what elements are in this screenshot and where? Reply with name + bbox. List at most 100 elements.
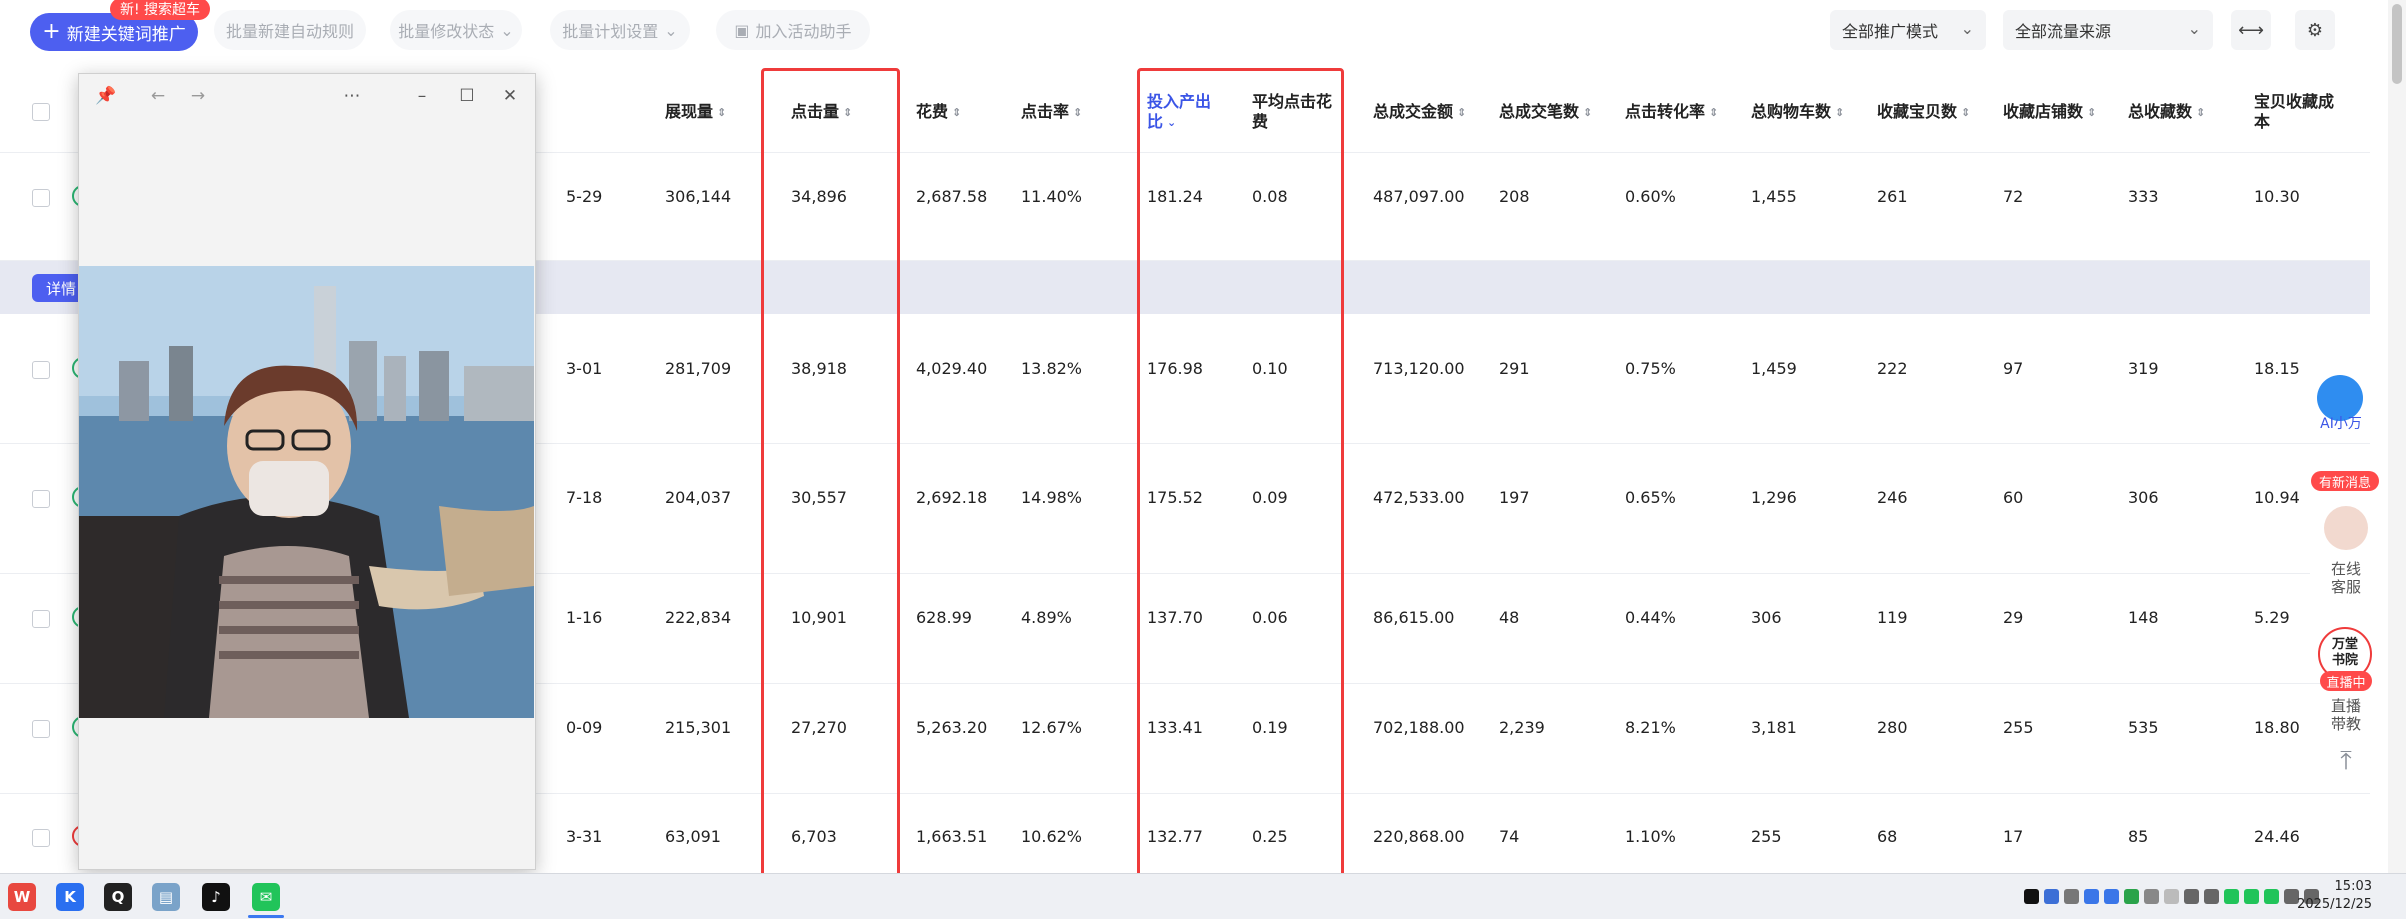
tray-app-icon[interactable]: [2064, 889, 2079, 904]
table-cell: 17: [2003, 827, 2024, 846]
image-viewer-window: 📌 ← → ⋯ – ☐ ✕: [78, 73, 536, 870]
back-to-top-icon[interactable]: ⤒: [2326, 748, 2366, 774]
table-cell: 4.89%: [1021, 608, 1072, 627]
ai-assistant-widget[interactable]: AI小万: [2311, 375, 2371, 437]
chevron-down-icon: ⌄: [2187, 19, 2201, 38]
promo-mode-select[interactable]: 全部推广模式 ⌄: [1830, 10, 1986, 50]
tray-wechat-icon[interactable]: [2224, 889, 2239, 904]
col-header-fav-item[interactable]: 收藏宝贝数 ⇕: [1877, 102, 1970, 123]
table-cell: 2,687.58: [916, 187, 988, 206]
volume-icon[interactable]: [2184, 889, 2199, 904]
sort-icon: ⇕: [1457, 105, 1467, 119]
col-header-cart[interactable]: 总购物车数 ⇕: [1751, 102, 1844, 123]
col-header-fav-cost[interactable]: 宝贝收藏成本: [2254, 92, 2334, 132]
pin-icon[interactable]: 📌: [93, 83, 119, 109]
row-checkbox[interactable]: [32, 490, 50, 508]
table-cell: 472,533.00: [1373, 488, 1465, 507]
table-cell: 60: [2003, 488, 2024, 507]
online-service-widget[interactable]: 在线 客服: [2310, 498, 2382, 603]
calendar-plus-icon: ▣: [734, 20, 750, 40]
avatar-icon: [2324, 506, 2368, 550]
row-date: 1-16: [566, 608, 603, 627]
kingsoft-icon[interactable]: K: [56, 883, 84, 911]
table-cell: 11.40%: [1021, 187, 1083, 206]
table-cell: 1.10%: [1625, 827, 1676, 846]
table-cell: 280: [1877, 718, 1908, 737]
qq-icon[interactable]: Q: [104, 883, 132, 911]
row-checkbox[interactable]: [32, 829, 50, 847]
table-cell: 306: [1751, 608, 1782, 627]
activity-helper-button[interactable]: ▣ 加入活动助手: [716, 10, 870, 50]
table-cell: 255: [2003, 718, 2034, 737]
notes-icon[interactable]: ▤: [152, 883, 180, 911]
minimize-icon[interactable]: –: [409, 83, 435, 109]
close-icon[interactable]: ✕: [497, 83, 523, 109]
maximize-icon[interactable]: ☐: [454, 83, 480, 109]
table-cell: 713,120.00: [1373, 359, 1465, 378]
tray-app-icon[interactable]: [2044, 889, 2059, 904]
col-header-impressions[interactable]: 展现量 ⇕: [665, 102, 726, 123]
col-header-total-gmv[interactable]: 总成交金额 ⇕: [1373, 102, 1466, 123]
tray-app-icon[interactable]: [2084, 889, 2099, 904]
scroll-thumb[interactable]: [2392, 4, 2402, 84]
table-cell: 0.65%: [1625, 488, 1676, 507]
chevron-down-icon: ⌄: [1960, 19, 1974, 38]
more-options-icon[interactable]: ⋯: [339, 83, 365, 109]
table-cell: 74: [1499, 827, 1520, 846]
table-cell: 29: [2003, 608, 2024, 627]
windows-taskbar: W K Q ▤ ♪ ✉ 15:03 2025/12/25: [0, 873, 2406, 919]
chevron-down-icon: ⌄: [500, 20, 514, 40]
forward-arrow-icon[interactable]: →: [185, 83, 211, 109]
row-date: 3-01: [566, 359, 603, 378]
wps-icon[interactable]: W: [8, 883, 36, 911]
chevron-down-icon: ⌄: [664, 20, 678, 40]
system-clock[interactable]: 15:03 2025/12/25: [2297, 878, 2372, 914]
table-cell: 72: [2003, 187, 2024, 206]
row-checkbox[interactable]: [32, 361, 50, 379]
tray-app-icon[interactable]: [2104, 889, 2119, 904]
traffic-source-select[interactable]: 全部流量来源 ⌄: [2003, 10, 2213, 50]
col-header-fav-shop[interactable]: 收藏店铺数 ⇕: [2003, 102, 2096, 123]
table-cell: 0.60%: [1625, 187, 1676, 206]
tray-tiktok-icon[interactable]: [2024, 889, 2039, 904]
table-cell: 208: [1499, 187, 1530, 206]
wechat-icon[interactable]: ✉: [252, 883, 280, 911]
tray-usb-icon[interactable]: [2144, 889, 2159, 904]
network-icon[interactable]: [2204, 889, 2219, 904]
batch-plan-dropdown[interactable]: 批量计划设置 ⌄: [550, 10, 690, 50]
row-checkbox[interactable]: [32, 189, 50, 207]
table-cell: 85: [2128, 827, 2149, 846]
col-header-ctr[interactable]: 点击率 ⇕: [1021, 102, 1082, 123]
new-message-badge: 有新消息: [2311, 471, 2379, 491]
settings-gear-icon[interactable]: ⚙: [2295, 10, 2335, 50]
col-header-cost[interactable]: 花费 ⇕: [916, 102, 961, 123]
column-width-icon[interactable]: ⟷: [2231, 10, 2271, 50]
tray-wechat-icon[interactable]: [2264, 889, 2279, 904]
col-header-conversion[interactable]: 点击转化率 ⇕: [1625, 102, 1718, 123]
col-header-total-fav[interactable]: 总收藏数 ⇕: [2128, 102, 2205, 123]
batch-status-dropdown[interactable]: 批量修改状态 ⌄: [390, 10, 522, 50]
table-cell: 14.98%: [1021, 488, 1083, 507]
table-cell: 86,615.00: [1373, 608, 1455, 627]
tray-app-icon[interactable]: [2124, 889, 2139, 904]
vertical-scrollbar[interactable]: [2388, 0, 2406, 873]
sort-icon: ⇕: [952, 105, 962, 119]
tray-wechat-icon[interactable]: [2244, 889, 2259, 904]
tray-app-icon[interactable]: [2164, 889, 2179, 904]
table-cell: 5,263.20: [916, 718, 988, 737]
table-cell: 10.62%: [1021, 827, 1083, 846]
batch-auto-rule-button[interactable]: 批量新建自动规则: [214, 10, 366, 50]
table-cell: 215,301: [665, 718, 732, 737]
table-cell: 222: [1877, 359, 1908, 378]
table-cell: 1,296: [1751, 488, 1797, 507]
toolbar: + 新建关键词推广 新! 搜索超车 批量新建自动规则 批量修改状态 ⌄ 批量计划…: [0, 0, 2406, 70]
table-cell: 12.67%: [1021, 718, 1083, 737]
back-arrow-icon[interactable]: ←: [145, 83, 171, 109]
tiktok-icon[interactable]: ♪: [202, 883, 230, 911]
select-all-checkbox[interactable]: [32, 103, 50, 121]
row-checkbox[interactable]: [32, 610, 50, 628]
row-checkbox[interactable]: [32, 720, 50, 738]
table-cell: 1,455: [1751, 187, 1797, 206]
table-cell: 255: [1751, 827, 1782, 846]
col-header-total-orders[interactable]: 总成交笔数 ⇕: [1499, 102, 1592, 123]
